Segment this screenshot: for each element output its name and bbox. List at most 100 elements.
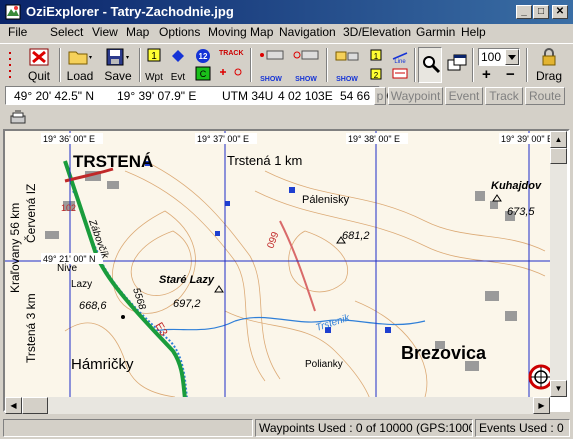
svg-text:C: C	[200, 69, 207, 79]
svg-text:1: 1	[374, 52, 379, 61]
label-kuhajdov-height: 673,5	[507, 206, 535, 218]
route-icon: 1 2	[370, 49, 382, 80]
show-waypoints-button[interactable]: SHOW	[255, 47, 287, 83]
longitude-readout: 19° 39' 07.9" E	[117, 89, 197, 103]
grid-label-3900: 19° 39' 00" E	[501, 134, 550, 144]
line-button[interactable]: Line	[389, 47, 411, 83]
title-bar: OziExplorer - Tatry-Zachodnie.jpg _ □ ✕	[0, 0, 573, 24]
label-kuhajdov: Kuhajdov	[491, 180, 542, 192]
toolbar-grip-icon	[9, 52, 11, 78]
menu-navigation[interactable]: Navigation	[279, 25, 336, 39]
menu-bar: File Select View Map Options Moving Map …	[0, 24, 573, 42]
menu-3d-elevation[interactable]: 3D/Elevation	[343, 25, 411, 39]
events-used-status: Events Used : 0	[475, 419, 570, 437]
chevron-down-icon	[508, 55, 516, 60]
save-label: Save	[104, 69, 132, 83]
label-trstena-3km: Trstená 3 km	[24, 293, 38, 363]
menu-view[interactable]: View	[92, 25, 118, 39]
event-label: Evt	[170, 72, 186, 83]
route-tab-button[interactable]: Route	[525, 87, 565, 105]
map-layers-icon[interactable]	[10, 110, 26, 124]
svg-text:Line: Line	[394, 59, 406, 65]
menu-moving-map[interactable]: Moving Map	[208, 25, 273, 39]
label-lazy: Lazy	[71, 279, 92, 290]
track-points-icon	[220, 68, 242, 76]
horizontal-scrollbar[interactable]: ◀ ▶	[5, 397, 550, 414]
zoom-select[interactable]: 100	[478, 48, 520, 66]
label-trstena-1km: Trstená 1 km	[227, 153, 302, 168]
track-button[interactable]: TRACK	[217, 47, 247, 83]
find-button[interactable]	[418, 47, 442, 83]
label-brezovica: Brezovica	[401, 343, 487, 363]
menu-options[interactable]: Options	[159, 25, 200, 39]
symbol-icon[interactable]: 12 C	[193, 48, 213, 82]
event-tab-button[interactable]: Event	[445, 87, 483, 105]
topographic-map[interactable]: 19° 36' 00" E 19° 37' 00" E 19° 38' 00" …	[5, 131, 550, 399]
grid-label-3800: 19° 38' 00" E	[348, 134, 400, 144]
waypoint-list-icon	[260, 50, 284, 60]
close-button[interactable]: ✕	[552, 5, 568, 19]
load-folder-icon	[68, 51, 92, 65]
menu-file[interactable]: File	[8, 25, 27, 39]
label-cervena: Červená IZ	[23, 184, 38, 243]
label-nive: Nive	[57, 263, 77, 274]
toolbar-separator	[326, 48, 328, 82]
scroll-right-button[interactable]: ▶	[533, 397, 550, 414]
map-window-button[interactable]	[446, 47, 468, 83]
svg-text:1: 1	[151, 51, 157, 62]
label-polianky: Polianky	[305, 359, 343, 370]
track-label: TRACK	[219, 50, 244, 57]
menu-help[interactable]: Help	[461, 25, 486, 39]
event-button[interactable]: Evt	[167, 47, 189, 83]
vertical-scroll-thumb[interactable]	[550, 148, 567, 164]
zoom-in-button[interactable]: +	[482, 66, 491, 83]
minimize-button[interactable]: _	[516, 5, 532, 19]
toolbar-separator	[414, 48, 416, 82]
save-button[interactable]: Save	[101, 47, 135, 83]
label-height-681: 681,2	[342, 230, 370, 242]
load-button[interactable]: Load	[64, 47, 96, 83]
map-view[interactable]: 19° 36' 00" E 19° 37' 00" E 19° 38' 00" …	[3, 129, 570, 412]
waypoint-label: Wpt	[145, 72, 163, 83]
toolbar-separator	[250, 48, 252, 82]
toolbar-separator	[472, 48, 474, 82]
windows-icon	[447, 54, 467, 71]
latitude-readout: 49° 20' 42.5" N	[14, 89, 95, 103]
track-tab-button[interactable]: Track	[485, 87, 523, 105]
show-events-button[interactable]: SHOW	[290, 47, 322, 83]
waypoint-tab-button[interactable]: Waypoint	[388, 87, 443, 105]
object-button-p[interactable]: p	[374, 87, 386, 105]
horizontal-scroll-thumb[interactable]	[22, 397, 48, 414]
window-title: OziExplorer - Tatry-Zachodnie.jpg	[26, 4, 234, 19]
utm-zone-readout: UTM 34U	[222, 89, 274, 103]
grid-label-3600: 19° 36' 00" E	[43, 134, 95, 144]
scroll-left-button[interactable]: ◀	[5, 397, 22, 414]
show-tracks-button[interactable]: SHOW	[331, 47, 363, 83]
waypoint-button[interactable]: 1 Wpt	[143, 47, 165, 83]
quit-button[interactable]: Quit	[22, 47, 56, 83]
scroll-up-button[interactable]: ▲	[550, 131, 567, 148]
zoom-out-button[interactable]: −	[506, 66, 515, 83]
app-icon[interactable]	[5, 4, 21, 20]
quit-icon	[29, 48, 49, 66]
show-waypoints-label: SHOW	[260, 76, 282, 83]
drag-button[interactable]: Drag	[532, 47, 566, 83]
label-height-697: 697,2	[173, 298, 201, 310]
grid-label-3700: 19° 37' 00" E	[197, 134, 249, 144]
menu-select[interactable]: Select	[50, 25, 83, 39]
maximize-button[interactable]: □	[533, 5, 549, 19]
menu-garmin[interactable]: Garmin	[416, 25, 455, 39]
track-list-icon	[335, 51, 359, 61]
scroll-down-button[interactable]: ▼	[550, 380, 567, 397]
label-trstena: TRSTENÁ	[73, 152, 153, 171]
label-palenisky: Pálenisky	[302, 194, 350, 206]
route-button[interactable]: 1 2	[366, 47, 388, 83]
load-label: Load	[66, 69, 94, 83]
label-height-668: 668,6	[79, 300, 107, 312]
menu-map[interactable]: Map	[126, 25, 149, 39]
vertical-scrollbar[interactable]: ▲ ▼	[550, 131, 567, 397]
toolbar-separator	[59, 48, 61, 82]
zoom-dropdown-button[interactable]	[505, 49, 519, 65]
waypoints-used-status: Waypoints Used : 0 of 10000 (GPS:1000)	[255, 419, 473, 437]
easting-readout: 4 02 103E	[278, 89, 333, 103]
